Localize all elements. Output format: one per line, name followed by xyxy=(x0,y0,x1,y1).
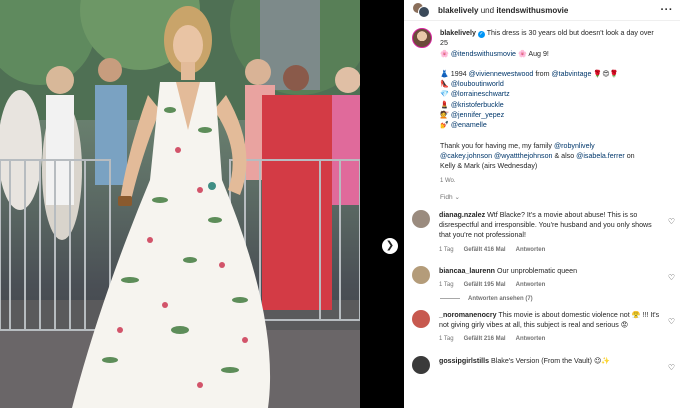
header-username-2[interactable]: itendswithusmovie xyxy=(496,6,568,15)
view-replies-button[interactable]: Antworten ansehen (7) xyxy=(440,296,680,302)
credit-text: 👠 xyxy=(440,80,451,89)
mention-link[interactable]: @louboutinworld xyxy=(451,80,504,88)
heart-icon[interactable]: ♡ xyxy=(668,217,675,226)
like-count[interactable]: Gefällt 416 Mal xyxy=(464,247,506,253)
timestamp: 1 Tag xyxy=(439,336,454,343)
header-username-1[interactable]: blakelively xyxy=(438,6,478,15)
comment-username[interactable]: _noromanenocry xyxy=(439,311,497,319)
mention-link[interactable]: @lorraineschwartz xyxy=(451,90,510,98)
mention-link[interactable]: @wyattthejohnson xyxy=(494,152,552,160)
caption-text-part: & also xyxy=(552,151,577,160)
caption-text-part: Kelly & Mark (airs Wednesday) xyxy=(440,162,538,171)
more-dots-icon[interactable]: ··· xyxy=(661,4,674,16)
mention-link[interactable]: @kristoferbuckle xyxy=(451,101,504,109)
reply-button[interactable]: Antworten xyxy=(516,336,546,342)
avatar[interactable] xyxy=(412,355,430,374)
comment-text: Our unproblematic queen xyxy=(495,267,578,276)
credit-text: 🌹😍🌹 xyxy=(591,69,619,78)
avatar[interactable] xyxy=(412,28,432,48)
comment-item: _noromanenocry This movie is about domes… xyxy=(404,309,680,345)
heart-icon[interactable]: ♡ xyxy=(668,273,675,282)
timestamp: 1 Tag xyxy=(439,246,454,253)
mention-link[interactable]: @jennifer_yepez xyxy=(451,111,504,119)
credit-line: 👠 @louboutinworld xyxy=(440,79,662,89)
credit-line: 💅 @enamelle xyxy=(440,120,662,130)
avatar[interactable] xyxy=(412,266,430,285)
credit-text: 💄 xyxy=(440,100,451,109)
comment-username[interactable]: gossipgirlstills xyxy=(439,357,489,365)
like-count[interactable]: Gefällt 216 Mal xyxy=(464,336,506,342)
caption-thanks: Thank you for having me, my family xyxy=(440,141,554,150)
post-photo[interactable] xyxy=(0,0,364,408)
collab-usernames: blakelively und itendswithusmovie xyxy=(438,6,568,15)
credit-line: 💄 @kristoferbuckle xyxy=(440,100,662,110)
credit-text: from xyxy=(533,69,552,78)
credits-list: 👗 1994 @viviennewestwood from @tabvintag… xyxy=(440,69,662,131)
comments-scroll[interactable]: blakelively ✓ This dress is 30 years old… xyxy=(404,28,680,408)
caption-text-part: on xyxy=(624,151,635,160)
comment-item: gossipgirlstills Blake's Version (From t… xyxy=(404,355,680,374)
divider xyxy=(440,298,460,300)
comments-panel: blakelively und itendswithusmovie ··· bl… xyxy=(404,0,680,408)
heart-icon[interactable]: ♡ xyxy=(668,363,675,372)
caption: blakelively ✓ This dress is 30 years old… xyxy=(404,28,680,186)
reply-button[interactable]: Antworten xyxy=(516,282,546,288)
timestamp: 1 Tag xyxy=(439,282,454,289)
comment-meta: 1 Tag Gefällt 216 Mal Antworten xyxy=(439,334,662,344)
photo-illustration xyxy=(0,0,364,408)
caption-username[interactable]: blakelively xyxy=(440,29,476,37)
avatar[interactable] xyxy=(412,309,430,328)
comment-item: dianag.nzalez Wtf Blacke? It's a movie a… xyxy=(404,209,680,255)
caption-body: blakelively ✓ This dress is 30 years old… xyxy=(440,28,662,186)
credit-text: 👗 1994 xyxy=(440,69,469,78)
mention-link[interactable]: @robynlively xyxy=(554,142,595,150)
mention-link[interactable]: @viviennewestwood xyxy=(469,70,534,78)
heart-icon[interactable]: ♡ xyxy=(668,317,675,326)
mention-link[interactable]: @cakey.johnson xyxy=(440,152,492,160)
verified-badge-icon: ✓ xyxy=(477,31,485,38)
reply-button[interactable]: Antworten xyxy=(516,247,546,253)
view-replies-label: Antworten ansehen (7) xyxy=(468,295,533,302)
timestamp: 1 Wo. xyxy=(440,177,456,184)
caption-date: Aug 9! xyxy=(528,49,549,58)
comment-body: biancaa_laurenn Our unproblematic queen 1… xyxy=(439,266,577,291)
comment-username[interactable]: dianag.nzalez xyxy=(439,211,485,219)
comment-meta: 1 Tag Gefällt 416 Mal Antworten xyxy=(439,245,662,255)
comment-body: gossipgirlstills Blake's Version (From t… xyxy=(439,356,610,374)
credit-text: 💅 xyxy=(440,121,451,130)
mention-link[interactable]: @isabela.ferrer xyxy=(576,152,625,160)
comment-username[interactable]: biancaa_laurenn xyxy=(439,267,495,275)
caption-mention[interactable]: @itendswithusmovie xyxy=(451,50,516,58)
mention-link[interactable]: @tabvintage xyxy=(551,70,591,78)
like-count[interactable]: Gefällt 195 Mal xyxy=(464,282,506,288)
comment-body: dianag.nzalez Wtf Blacke? It's a movie a… xyxy=(439,210,662,255)
collab-avatars[interactable] xyxy=(412,2,432,18)
comment-body: _noromanenocry This movie is about domes… xyxy=(439,310,662,345)
next-slide-icon[interactable]: ❯ xyxy=(382,238,398,254)
credit-line: 💎 @lorraineschwartz xyxy=(440,89,662,99)
translate-link[interactable]: Fidh ⌄ xyxy=(440,193,680,201)
credit-text: 💎 xyxy=(440,90,451,99)
comment-item: biancaa_laurenn Our unproblematic queen 1… xyxy=(404,266,680,291)
post-header: blakelively und itendswithusmovie ··· xyxy=(404,0,680,21)
avatar[interactable] xyxy=(412,209,430,228)
header-and-text: und xyxy=(480,5,495,15)
credit-line: 💇 @jennifer_yepez xyxy=(440,110,662,120)
comments-list: dianag.nzalez Wtf Blacke? It's a movie a… xyxy=(404,209,680,374)
comment-meta: 1 Tag Gefällt 195 Mal Antworten xyxy=(439,280,577,290)
caption-time: 1 Wo. xyxy=(440,176,662,186)
avatar xyxy=(418,6,430,18)
mention-link[interactable]: @enamelle xyxy=(451,121,487,129)
credit-text: 💇 xyxy=(440,111,451,120)
comment-text: Blake's Version (From the Vault) 😉✨ xyxy=(489,356,611,365)
credit-line: 👗 1994 @viviennewestwood from @tabvintag… xyxy=(440,69,662,79)
